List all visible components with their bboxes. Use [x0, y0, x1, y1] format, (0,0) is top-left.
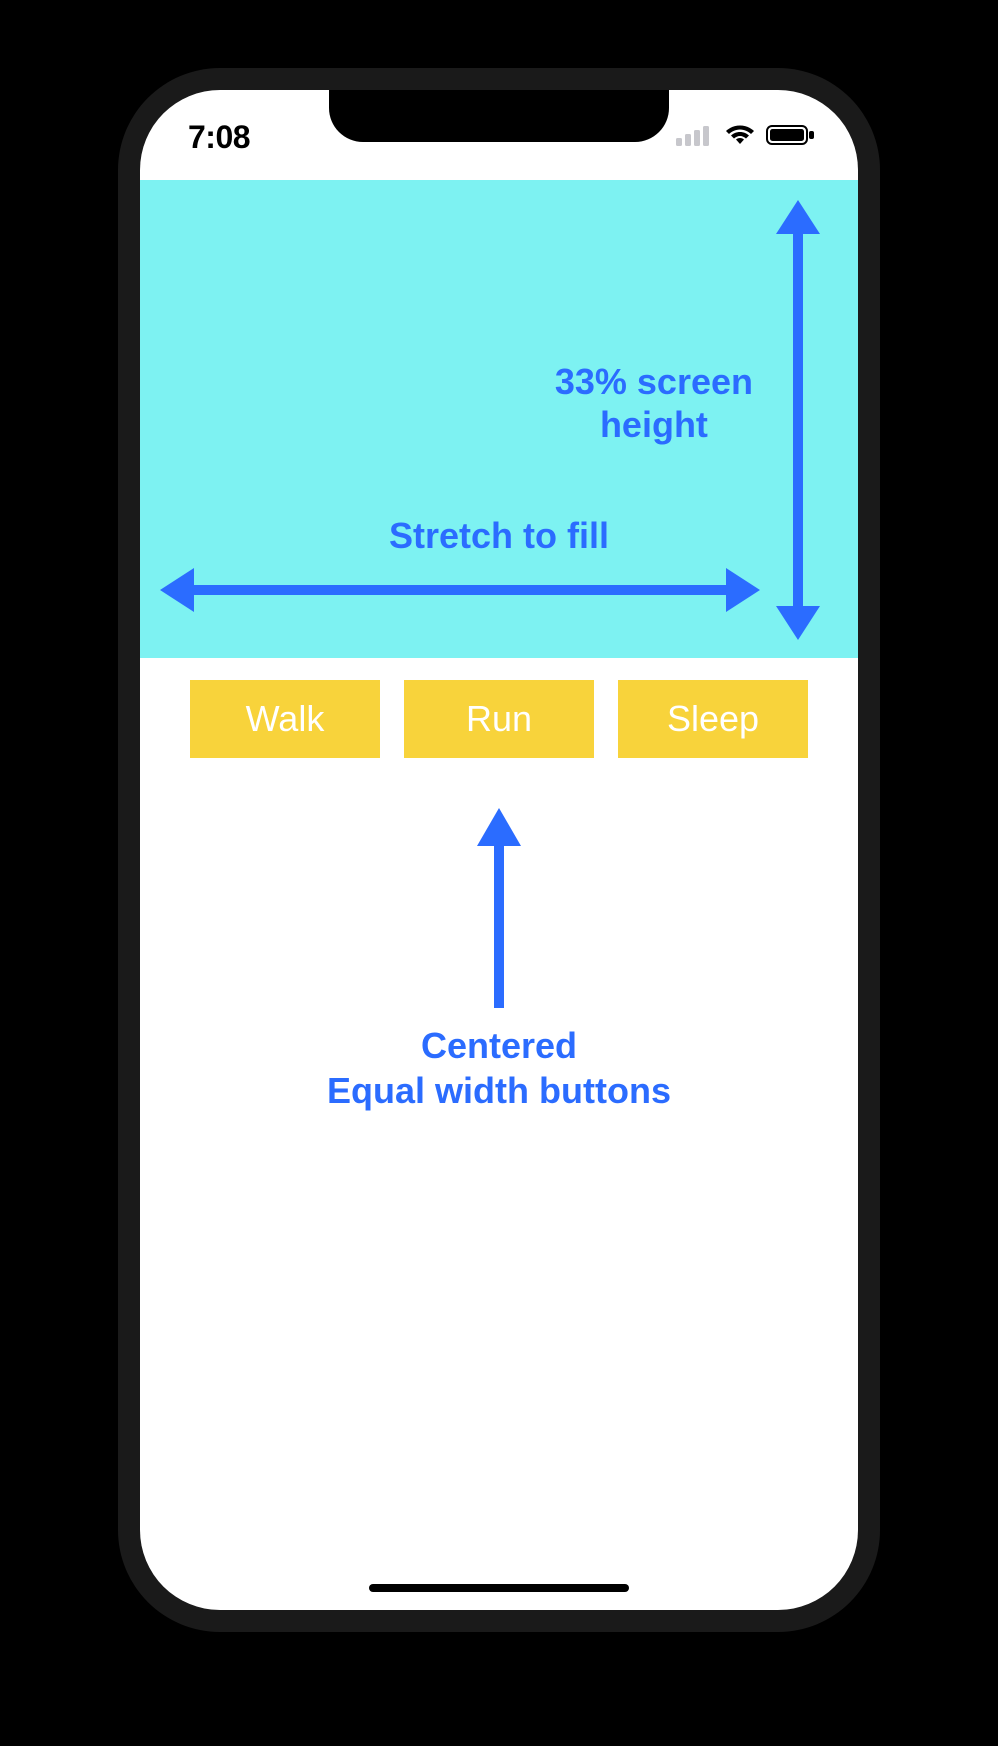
- walk-button[interactable]: Walk: [190, 680, 380, 758]
- sleep-button[interactable]: Sleep: [618, 680, 808, 758]
- horizontal-arrow-icon: [160, 560, 760, 620]
- center-annotation-line1: Centered: [327, 1023, 671, 1068]
- mute-switch[interactable]: [102, 310, 112, 380]
- signal-icon: [676, 124, 714, 151]
- stretch-annotation: Stretch to fill: [140, 515, 858, 557]
- battery-icon: [766, 124, 816, 151]
- home-indicator[interactable]: [369, 1584, 629, 1592]
- status-icons: [676, 124, 816, 151]
- top-panel: 33% screen height Stretch to fill: [140, 180, 858, 658]
- height-annotation: 33% screen height: [555, 360, 753, 446]
- center-annotation-line2: Equal width buttons: [327, 1068, 671, 1113]
- height-annotation-line1: 33% screen: [555, 360, 753, 403]
- button-row: Walk Run Sleep: [140, 658, 858, 758]
- volume-down-button[interactable]: [102, 570, 112, 690]
- vertical-arrow-icon: [768, 200, 828, 640]
- center-annotation-group: Centered Equal width buttons: [140, 808, 858, 1113]
- phone-frame: 7:08: [110, 60, 888, 1640]
- run-button[interactable]: Run: [404, 680, 594, 758]
- phone-screen: 7:08: [140, 90, 858, 1610]
- up-arrow-icon: [469, 808, 529, 1013]
- wifi-icon: [724, 124, 756, 151]
- height-annotation-line2: height: [555, 403, 753, 446]
- notch: [329, 90, 669, 142]
- center-annotation: Centered Equal width buttons: [327, 1023, 671, 1113]
- volume-up-button[interactable]: [102, 430, 112, 550]
- power-button[interactable]: [886, 460, 896, 640]
- status-time: 7:08: [188, 119, 250, 156]
